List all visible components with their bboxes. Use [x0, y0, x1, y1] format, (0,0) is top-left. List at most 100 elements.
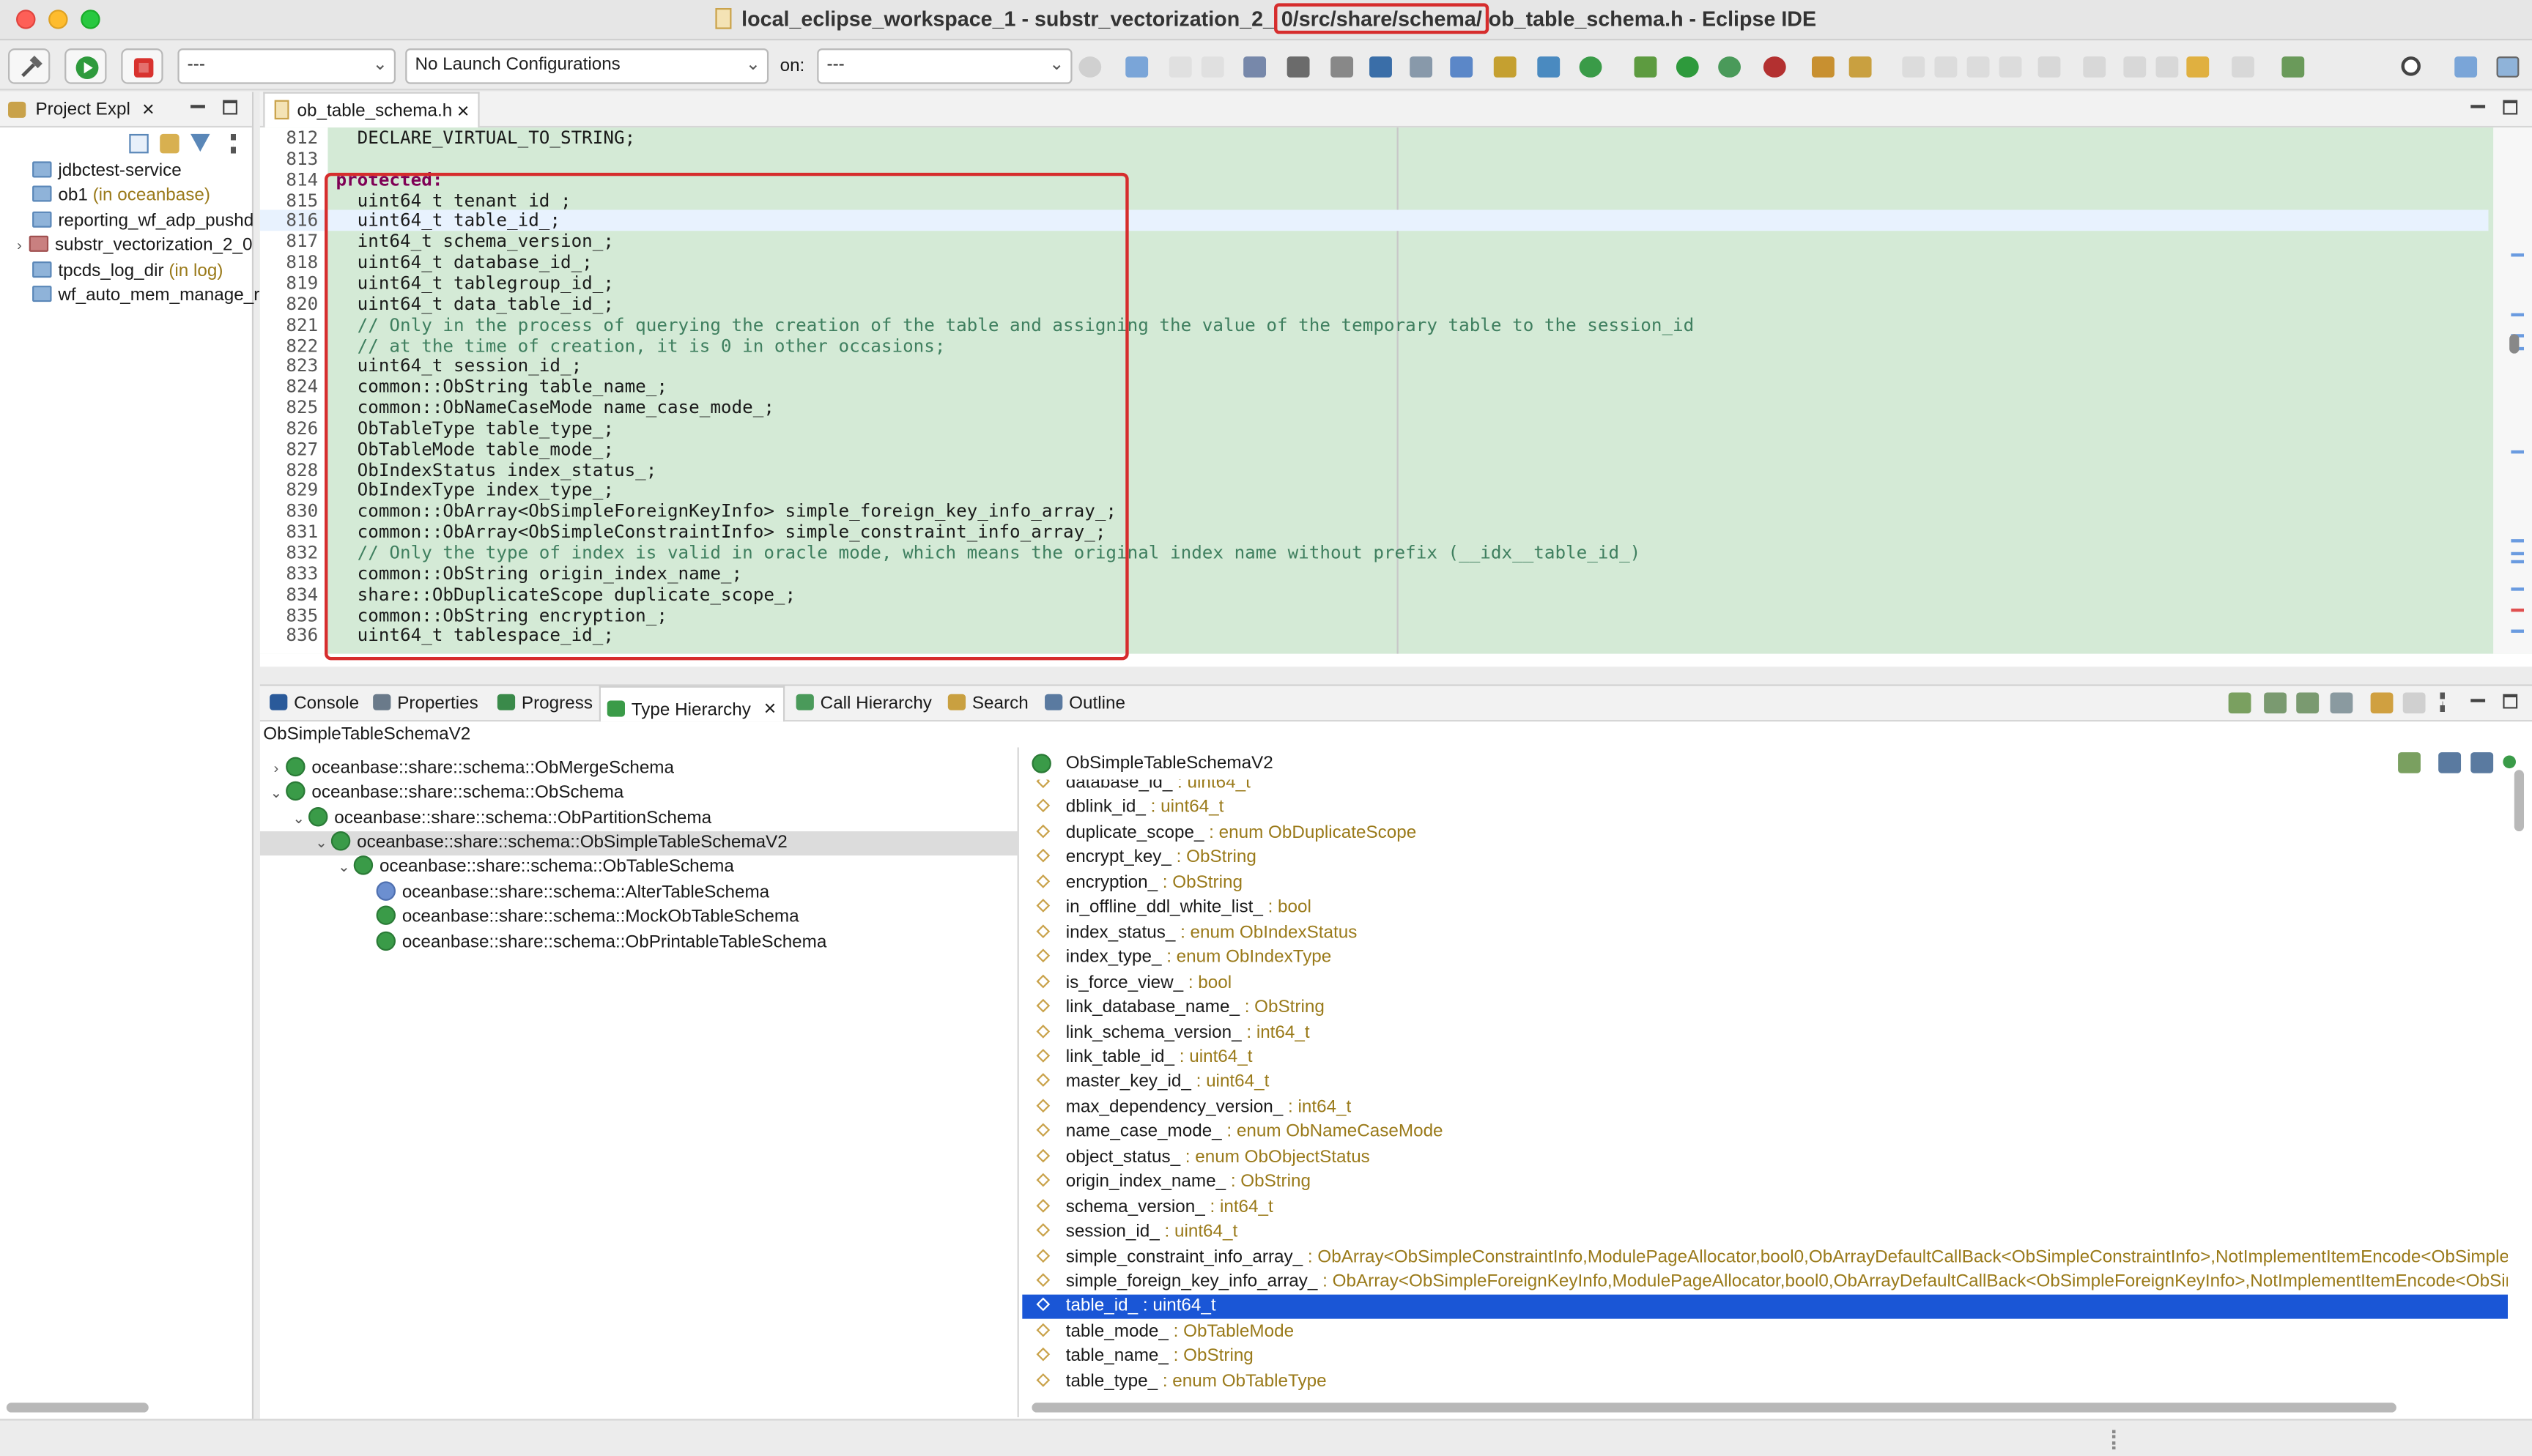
member-row[interactable]: link_schema_version_ : int64_t	[1022, 1021, 2508, 1045]
member-row[interactable]: max_dependency_version_ : int64_t	[1022, 1096, 2508, 1120]
project-item[interactable]: jdbctest-service	[32, 161, 182, 181]
chevron-down-icon[interactable]: ⌄	[311, 831, 330, 855]
vertical-scrollbar[interactable]	[2514, 770, 2525, 832]
code-line[interactable]: 813	[260, 148, 2489, 169]
tab-console[interactable]: Console	[263, 686, 366, 721]
next-annotation-icon[interactable]	[2037, 56, 2061, 78]
project-item[interactable]: ob1 (in oceanbase)	[32, 185, 210, 205]
chevron-down-icon[interactable]: ⌄	[289, 807, 308, 831]
filter-icon[interactable]	[190, 133, 210, 152]
member-row[interactable]: encrypt_key_ : ObString	[1022, 847, 2508, 871]
tree-row[interactable]: oceanbase::share::schema::ObPrintableTab…	[260, 931, 1019, 956]
save-icon[interactable]	[1169, 56, 1192, 78]
chevron-down-icon[interactable]: ⌄	[267, 781, 286, 806]
tree-row[interactable]: ⌄ oceanbase::share::schema::ObTableSchema	[260, 855, 1019, 880]
horizontal-scrollbar[interactable]	[1032, 1403, 2396, 1413]
new-class-icon[interactable]	[1537, 56, 1561, 78]
project-item[interactable]: tpcds_log_dir (in log)	[32, 261, 223, 281]
code-line[interactable]: 831 common::ObArray<ObSimpleConstraintIn…	[260, 521, 2489, 543]
chevron-down-icon[interactable]: ⌄	[334, 855, 353, 880]
member-row[interactable]: index_type_ : enum ObIndexType	[1022, 946, 2508, 970]
hide-fields-icon[interactable]	[2438, 752, 2462, 773]
stop-button[interactable]	[121, 48, 163, 84]
project-explorer-tab[interactable]: Project Expl	[35, 100, 130, 119]
tab-call-hierarchy[interactable]: Call Hierarchy	[790, 686, 939, 721]
horizontal-scrollbar[interactable]	[6, 1403, 149, 1413]
history-icon[interactable]	[2330, 692, 2353, 714]
editor-tab[interactable]: ob_table_schema.h ×	[263, 92, 480, 128]
ruler-mark[interactable]	[2511, 629, 2525, 633]
ruler-mark[interactable]	[2511, 313, 2525, 316]
prev-annotation-icon[interactable]	[2083, 56, 2106, 78]
code-line[interactable]: 815 uint64_t tenant_id_;	[260, 190, 2489, 211]
lock-view-icon[interactable]	[2398, 752, 2421, 773]
maximize-icon[interactable]	[223, 100, 238, 115]
code-line[interactable]: 819 uint64_t tablegroup_id_;	[260, 272, 2489, 294]
code-line[interactable]: 824 common::ObString table_name_;	[260, 376, 2489, 398]
code-line[interactable]: 833 common::ObString origin_index_name_;	[260, 563, 2489, 584]
tab-type-hierarchy[interactable]: Type Hierarchy ×	[599, 686, 785, 722]
stop-icon[interactable]	[2402, 692, 2426, 714]
new-folder-icon[interactable]	[1493, 56, 1517, 78]
block-selection-icon[interactable]	[1934, 56, 1958, 78]
show-subtype-hierarchy-icon[interactable]	[2296, 692, 2320, 714]
chevron-right-icon[interactable]: ›	[267, 757, 286, 781]
minimize-icon[interactable]	[2470, 699, 2486, 702]
member-row[interactable]: link_table_id_ : uint64_t	[1022, 1046, 2508, 1070]
debug-icon[interactable]	[1634, 56, 1657, 78]
show-supertype-hierarchy-icon[interactable]	[2264, 692, 2287, 714]
gear-icon[interactable]	[1078, 56, 1102, 78]
view-menu-icon[interactable]	[2440, 692, 2446, 712]
whitespace-icon[interactable]	[1966, 56, 1990, 78]
build-all-icon[interactable]	[1287, 56, 1310, 78]
ruler-mark[interactable]	[2511, 450, 2525, 454]
code-line[interactable]: 834 share::ObDuplicateScope duplicate_sc…	[260, 584, 2489, 605]
member-row[interactable]: object_status_ : enum ObObjectStatus	[1022, 1145, 2508, 1170]
code-line[interactable]: 825 common::ObNameCaseMode name_case_mod…	[260, 397, 2489, 418]
member-row[interactable]: table_name_ : ObString	[1022, 1345, 2508, 1370]
back-arrow-icon[interactable]	[2186, 56, 2210, 78]
pin-editor-icon[interactable]	[2281, 56, 2305, 78]
pilcrow-icon[interactable]	[1999, 56, 2022, 78]
overview-ruler[interactable]	[2493, 127, 2532, 654]
collapse-all-icon[interactable]	[129, 133, 149, 154]
launch-target-select[interactable]: --- ⌄	[817, 48, 1073, 84]
chevron-right-icon[interactable]: ›	[10, 237, 29, 253]
launch-mode-select[interactable]: --- ⌄	[177, 48, 396, 84]
code-line[interactable]: 812 DECLARE_VIRTUAL_TO_STRING;	[260, 127, 2489, 149]
ruler-error-mark[interactable]	[2511, 608, 2525, 612]
forward-edit-icon[interactable]	[2155, 56, 2179, 78]
launch-config-select[interactable]: No Launch Configurations ⌄	[405, 48, 769, 84]
cpp-perspective-icon[interactable]	[2496, 56, 2520, 78]
build-button[interactable]	[8, 48, 51, 84]
code-line[interactable]: 828 ObIndexStatus index_status_;	[260, 459, 2489, 480]
code-line[interactable]: 827 ObTableMode table_mode_;	[260, 439, 2489, 460]
hide-static-icon[interactable]	[2470, 752, 2494, 773]
search-icon[interactable]	[2401, 56, 2421, 76]
ruler-mark[interactable]	[2511, 551, 2525, 556]
external-tools-icon[interactable]	[1763, 56, 1786, 78]
member-row[interactable]: dblink_id_ : uint64_t	[1022, 797, 2508, 821]
search-references-icon[interactable]	[1410, 56, 1433, 78]
maximize-icon[interactable]	[2503, 694, 2518, 709]
tree-row[interactable]: oceanbase::share::schema::MockObTableSch…	[260, 905, 1019, 929]
refresh-icon[interactable]	[2370, 692, 2394, 714]
ruler-mark[interactable]	[2511, 560, 2525, 564]
member-row[interactable]: in_offline_ddl_white_list_ : bool	[1022, 896, 2508, 921]
new-cpp-class-icon[interactable]	[1579, 56, 1602, 78]
code-text-area[interactable]: 812 DECLARE_VIRTUAL_TO_STRING; 813 814 prot…	[259, 127, 2532, 654]
member-row[interactable]: index_status_ : enum ObIndexStatus	[1022, 921, 2508, 946]
code-line[interactable]: 823 uint64_t session_id_;	[260, 356, 2489, 377]
marker-icon[interactable]	[1848, 56, 1872, 78]
code-line[interactable]: 836 uint64_t tablespace_id_;	[260, 625, 2489, 647]
member-row[interactable]: table_mode_ : ObTableMode	[1022, 1321, 2508, 1345]
link-editor-icon[interactable]	[160, 133, 179, 154]
tab-outline[interactable]: Outline	[1038, 686, 1132, 721]
close-icon[interactable]: ×	[142, 97, 155, 121]
project-item[interactable]: wf_auto_mem_manage_r	[32, 286, 259, 305]
member-row[interactable]: encryption_ : ObString	[1022, 872, 2508, 896]
view-menu-icon[interactable]	[231, 133, 236, 154]
member-row[interactable]: is_force_view_ : bool	[1022, 971, 2508, 995]
code-line[interactable]: 814 protected:	[260, 169, 2489, 190]
run-as-icon[interactable]	[1676, 56, 1699, 78]
